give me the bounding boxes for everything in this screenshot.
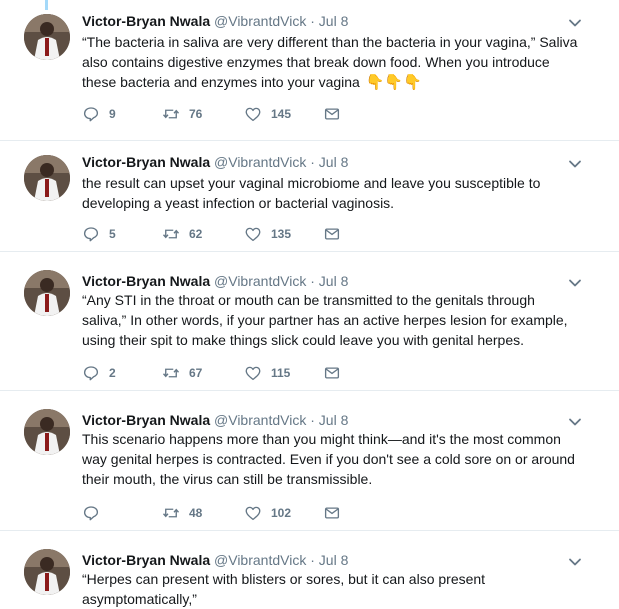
tweet-date[interactable]: Jul 8 <box>319 412 349 428</box>
reply-button[interactable]: 2 <box>82 363 116 383</box>
retweet-icon <box>162 508 180 518</box>
retweet-button[interactable]: 62 <box>162 224 202 244</box>
retweet-icon <box>162 368 180 378</box>
tweet[interactable]: Victor-Bryan Nwala @VibrantdVick · Jul 8… <box>0 0 619 141</box>
like-button[interactable]: 115 <box>244 363 290 383</box>
like-icon <box>245 107 261 122</box>
like-button[interactable]: 102 <box>244 503 291 523</box>
tweet[interactable]: Victor-Bryan Nwala @VibrantdVick · Jul 8… <box>0 531 619 608</box>
tweet[interactable]: Victor-Bryan Nwala @VibrantdVick · Jul 8… <box>0 141 619 252</box>
tweet-header: Victor-Bryan Nwala @VibrantdVick · Jul 8 <box>82 153 348 171</box>
retweet-icon <box>162 109 180 119</box>
caret-down-icon[interactable] <box>567 15 583 31</box>
user-handle[interactable]: @VibrantdVick <box>214 154 306 170</box>
user-handle[interactable]: @VibrantdVick <box>214 13 306 29</box>
direct-message-icon <box>324 228 340 240</box>
like-button[interactable]: 135 <box>244 224 291 244</box>
tweet-date[interactable]: Jul 8 <box>319 552 349 568</box>
direct-message-icon <box>324 367 340 379</box>
reply-button[interactable]: 5 <box>82 224 116 244</box>
avatar[interactable] <box>24 549 70 595</box>
like-count: 115 <box>271 366 291 380</box>
tweet-text: This scenario happens more than you migh… <box>82 431 575 487</box>
avatar[interactable] <box>24 14 70 60</box>
display-name[interactable]: Victor-Bryan Nwala <box>82 552 210 568</box>
retweet-count: 48 <box>189 506 203 520</box>
direct-message-icon <box>324 108 340 120</box>
like-icon <box>245 506 261 521</box>
retweet-icon <box>162 229 180 239</box>
caret-down-icon[interactable] <box>567 414 583 430</box>
tweet-header: Victor-Bryan Nwala @VibrantdVick · Jul 8 <box>82 12 348 30</box>
display-name[interactable]: Victor-Bryan Nwala <box>82 273 210 289</box>
tweet-text-body: “The bacteria in saliva are very differe… <box>82 34 578 90</box>
tweet-header: Victor-Bryan Nwala @VibrantdVick · Jul 8 <box>82 411 348 429</box>
reply-icon <box>83 366 99 381</box>
retweet-count: 62 <box>189 227 203 241</box>
tweet[interactable]: Victor-Bryan Nwala @VibrantdVick · Jul 8… <box>0 252 619 391</box>
user-handle[interactable]: @VibrantdVick <box>214 273 306 289</box>
tweet-text: “The bacteria in saliva are very differe… <box>82 32 582 93</box>
display-name[interactable]: Victor-Bryan Nwala <box>82 154 210 170</box>
reply-icon <box>83 227 99 242</box>
like-icon <box>245 227 261 242</box>
retweet-button[interactable]: 48 <box>162 503 202 523</box>
display-name[interactable]: Victor-Bryan Nwala <box>82 13 210 29</box>
tweet-text: “Any STI in the throat or mouth can be t… <box>82 292 568 348</box>
reply-count: 9 <box>109 107 116 121</box>
caret-down-icon[interactable] <box>567 554 583 570</box>
user-handle[interactable]: @VibrantdVick <box>214 552 306 568</box>
avatar[interactable] <box>24 409 70 455</box>
caret-down-icon[interactable] <box>567 156 583 172</box>
reply-button[interactable]: 9 <box>82 104 116 124</box>
reply-icon <box>83 506 99 521</box>
avatar[interactable] <box>24 155 70 201</box>
tweet-date[interactable]: Jul 8 <box>319 154 349 170</box>
separator: · <box>310 412 315 428</box>
direct-message-button[interactable] <box>323 104 341 124</box>
direct-message-button[interactable] <box>323 224 341 244</box>
user-handle[interactable]: @VibrantdVick <box>214 412 306 428</box>
reply-icon <box>83 107 99 122</box>
like-count: 145 <box>271 107 292 121</box>
tweet[interactable]: Victor-Bryan Nwala @VibrantdVick · Jul 8… <box>0 391 619 531</box>
reply-count: 5 <box>109 227 116 241</box>
tweet-thread: Victor-Bryan Nwala @VibrantdVick · Jul 8… <box>0 0 619 608</box>
tweet-text: the result can upset your vaginal microb… <box>82 175 541 211</box>
pointing-down-emoji: 👇👇👇 <box>365 74 422 91</box>
retweet-button[interactable]: 76 <box>162 104 202 124</box>
retweet-button[interactable]: 67 <box>162 363 202 383</box>
like-count: 135 <box>271 227 292 241</box>
tweet-date[interactable]: Jul 8 <box>319 273 349 289</box>
like-button[interactable]: 145 <box>244 104 291 124</box>
retweet-count: 67 <box>189 366 203 380</box>
separator: · <box>310 13 315 29</box>
tweet-header: Victor-Bryan Nwala @VibrantdVick · Jul 8 <box>82 551 348 569</box>
retweet-count: 76 <box>189 107 203 121</box>
direct-message-button[interactable] <box>323 363 341 383</box>
direct-message-button[interactable] <box>323 503 341 523</box>
avatar[interactable] <box>24 270 70 316</box>
direct-message-icon <box>324 507 340 519</box>
separator: · <box>310 154 315 170</box>
like-count: 102 <box>271 506 292 520</box>
tweet-text: “Herpes can present with blisters or sor… <box>82 571 486 607</box>
tweet-date[interactable]: Jul 8 <box>319 13 349 29</box>
like-icon <box>245 366 261 381</box>
separator: · <box>310 273 315 289</box>
tweet-header: Victor-Bryan Nwala @VibrantdVick · Jul 8 <box>82 272 348 290</box>
reply-button[interactable] <box>82 503 109 523</box>
separator: · <box>310 552 315 568</box>
display-name[interactable]: Victor-Bryan Nwala <box>82 412 210 428</box>
caret-down-icon[interactable] <box>567 275 583 291</box>
reply-count: 2 <box>109 366 116 380</box>
